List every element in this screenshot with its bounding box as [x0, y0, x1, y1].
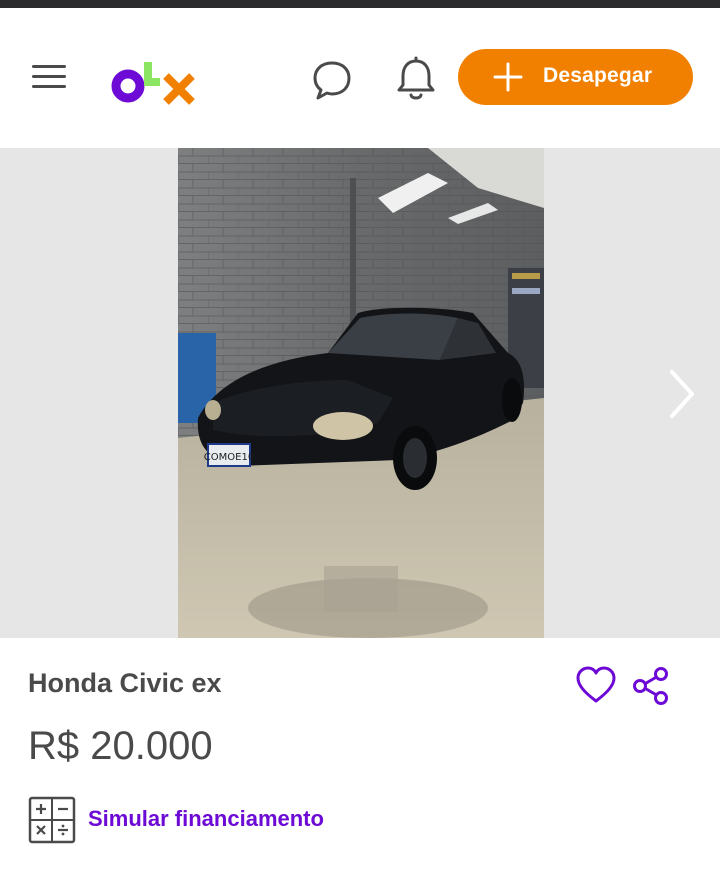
listing-price: R$ 20.000 [28, 724, 213, 768]
share-icon[interactable] [630, 664, 674, 708]
listing-photo[interactable]: COMOE10 [178, 148, 544, 638]
logo-letter-l [144, 62, 160, 86]
plus-icon [493, 62, 523, 92]
chat-bubble-icon[interactable] [310, 58, 354, 102]
calculator-icon [28, 796, 76, 844]
logo-letter-o [111, 69, 145, 103]
listing-title: Honda Civic ex [28, 668, 222, 698]
license-plate-text: COMOE10 [204, 452, 254, 463]
simular-financiamento-label: Simular financiamento [88, 806, 324, 831]
olx-logo[interactable] [108, 54, 200, 108]
simular-financiamento-link[interactable]: Simular financiamento [28, 794, 358, 846]
chevron-right-icon[interactable] [664, 366, 698, 422]
status-bar-strip [0, 0, 720, 8]
heart-icon[interactable] [574, 664, 618, 708]
top-header: Desapegar [0, 8, 720, 148]
image-gallery[interactable]: COMOE10 [0, 148, 720, 638]
bell-icon[interactable] [394, 56, 438, 102]
logo-letter-x [163, 73, 195, 105]
hamburger-menu-icon[interactable] [28, 60, 72, 94]
desapegar-button[interactable]: Desapegar [458, 49, 693, 105]
desapegar-label: Desapegar [543, 64, 653, 87]
